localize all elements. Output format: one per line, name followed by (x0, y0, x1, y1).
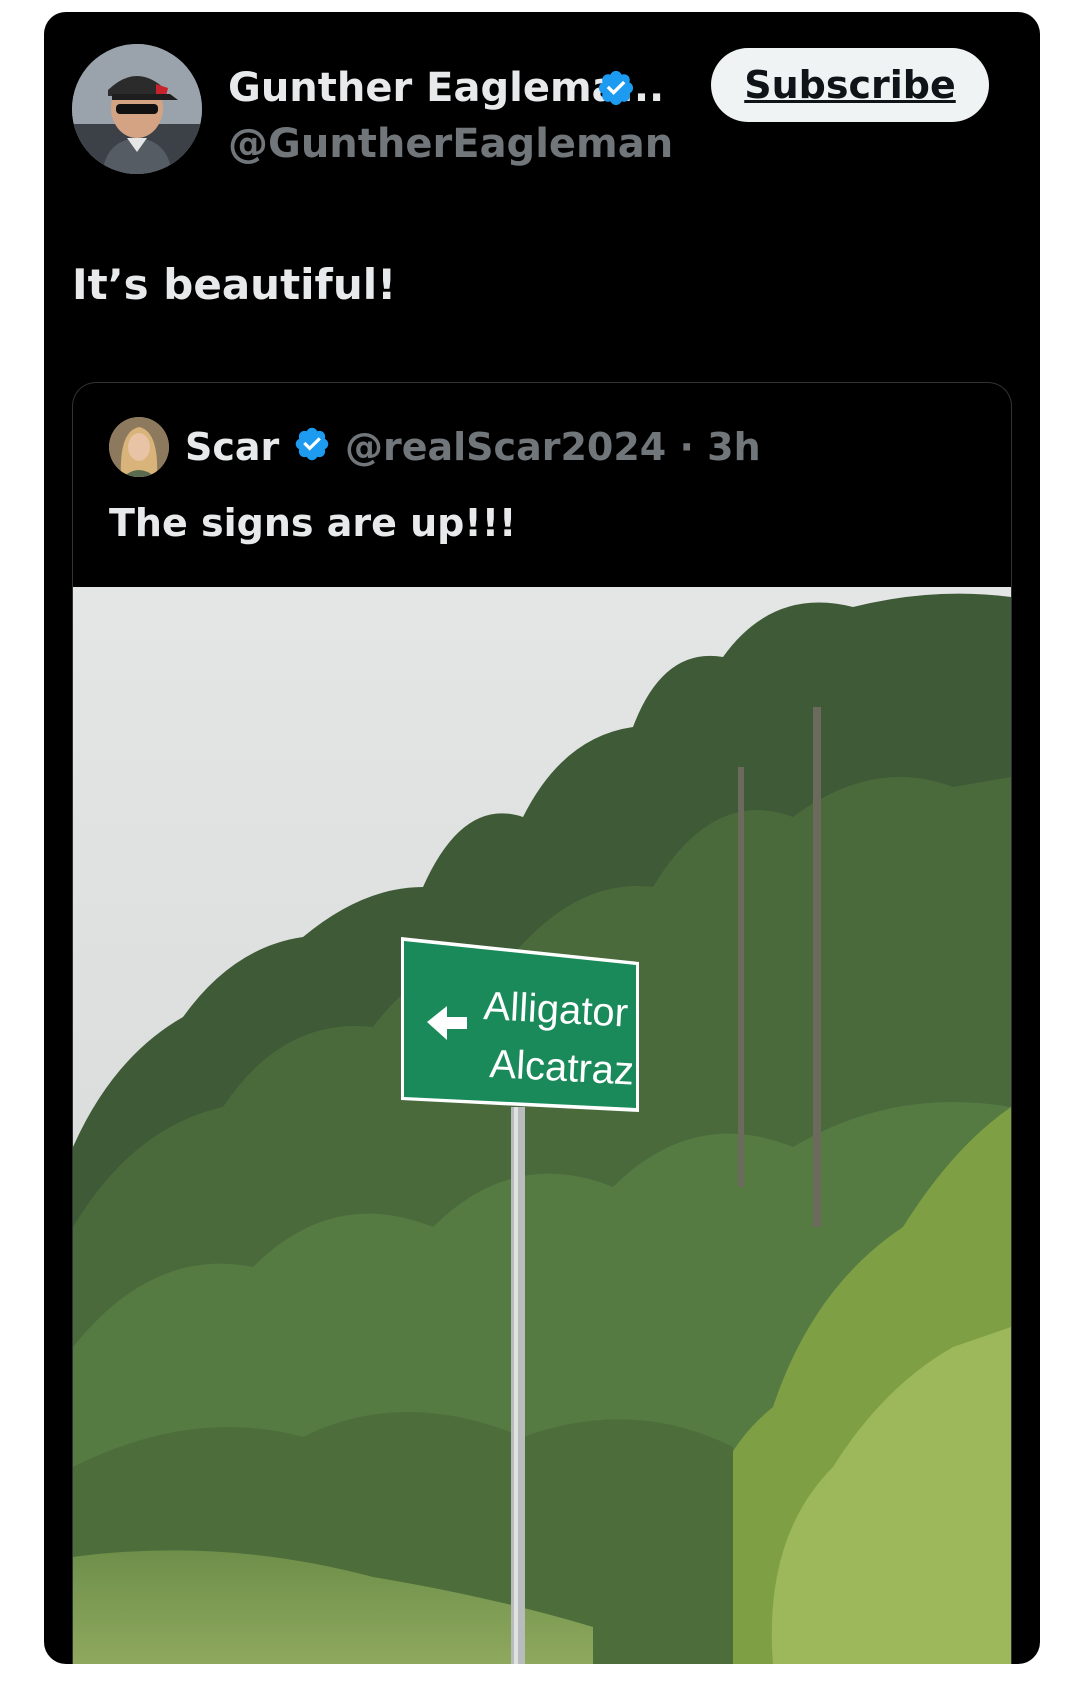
quoted-text: The signs are up!!! (109, 501, 517, 545)
quoted-photo[interactable]: Alligator Alcatraz (73, 587, 1011, 1664)
quoted-tweet[interactable]: Scar @realScar2024 · 3h The signs are up… (72, 382, 1012, 1664)
quoted-author-name[interactable]: Scar (185, 423, 279, 471)
subscribe-button[interactable]: Subscribe (711, 48, 989, 122)
quoted-author-avatar[interactable] (109, 417, 169, 477)
verified-badge-icon (598, 70, 634, 106)
author-avatar[interactable] (72, 44, 202, 174)
verified-badge-icon (295, 427, 329, 461)
road-sign: Alligator Alcatraz (401, 937, 639, 1112)
quoted-author-handle[interactable]: @realScar2024 (345, 425, 666, 469)
tweet-text: It’s beautiful! (72, 260, 397, 309)
tweet-card: Gunther Eaglema... @GuntherEagleman Subs… (44, 12, 1040, 1664)
quoted-timestamp[interactable]: 3h (707, 425, 761, 469)
sign-line2: Alcatraz (489, 1042, 636, 1094)
sign-line1: Alligator (483, 984, 630, 1036)
meta-separator: · (679, 425, 694, 469)
author-handle[interactable]: @GuntherEagleman (228, 120, 673, 168)
quoted-author-meta[interactable]: @realScar2024 · 3h (345, 423, 761, 471)
